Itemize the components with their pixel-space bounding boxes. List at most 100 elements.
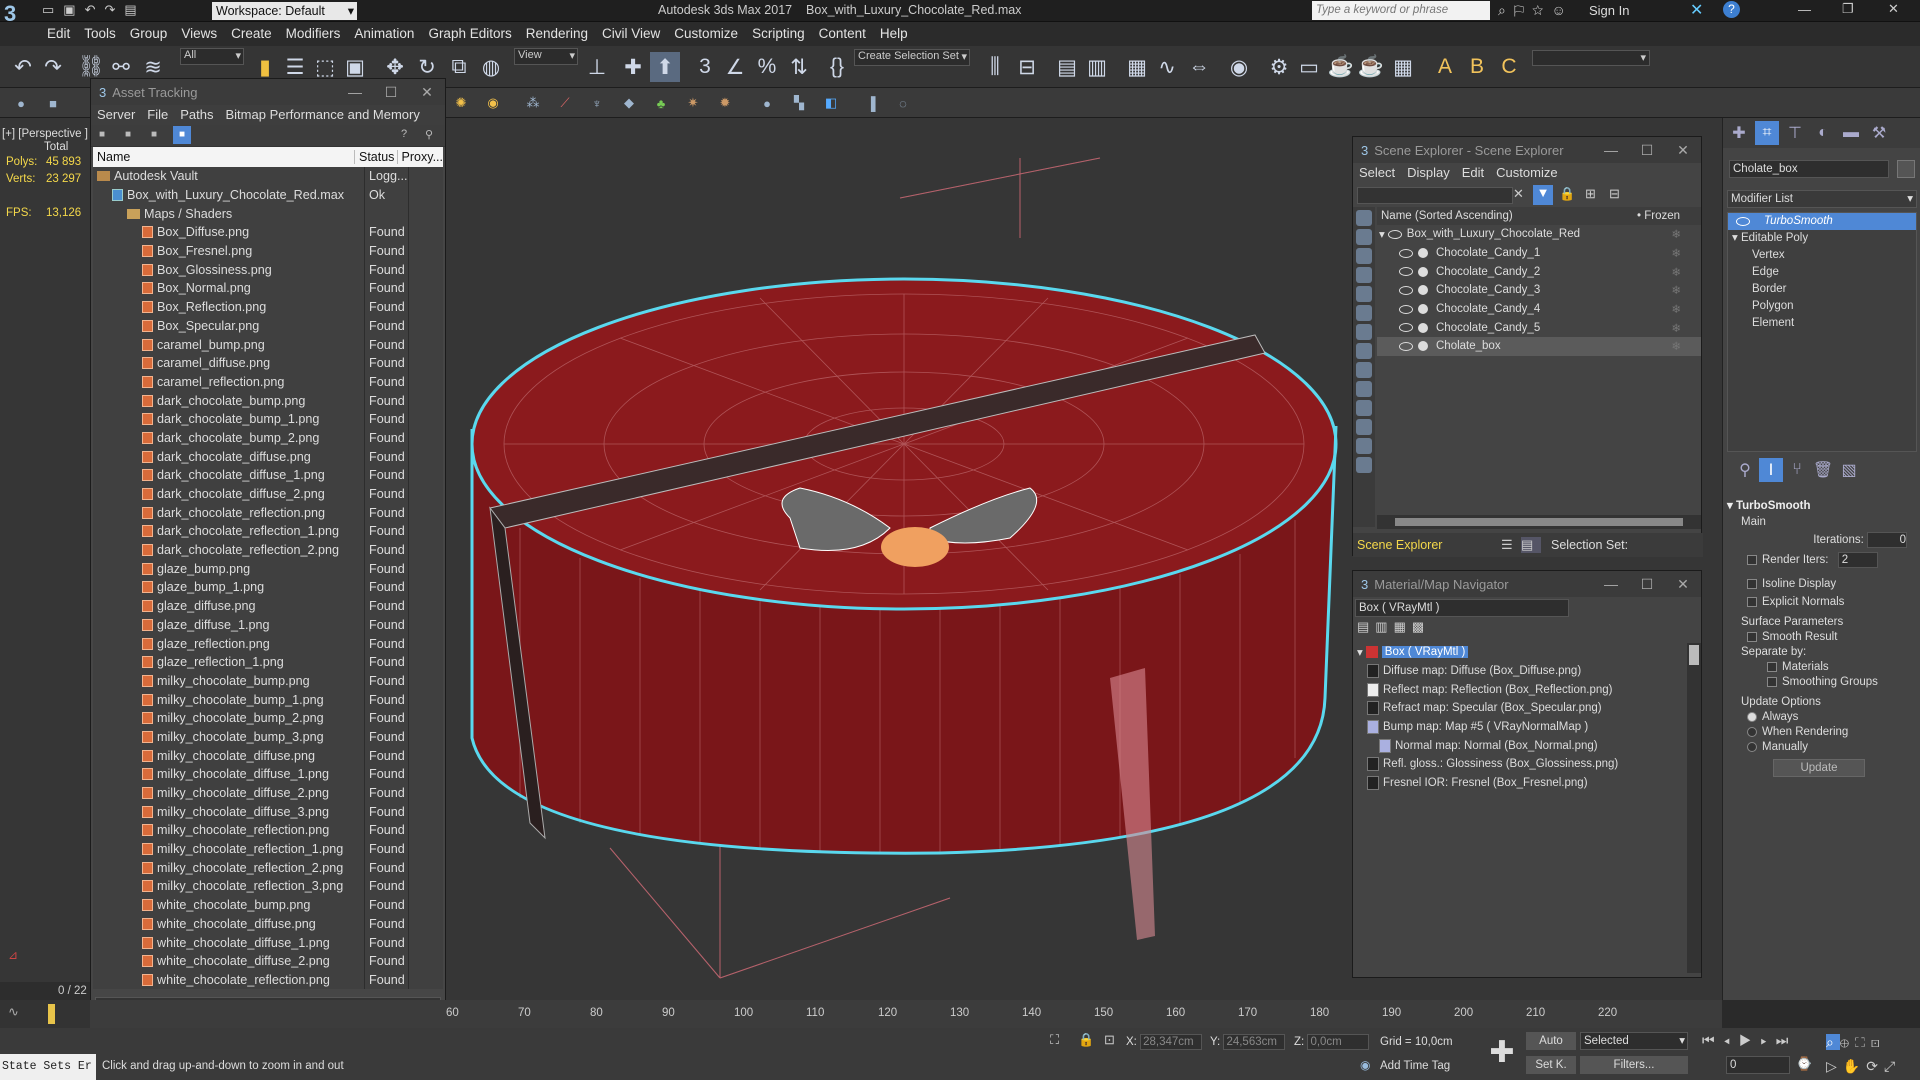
close-icon[interactable]: ✕ xyxy=(1888,1,1899,17)
help-icon[interactable]: ? xyxy=(401,128,407,140)
material-map-item[interactable]: Fresnel IOR: Fresnel (Box_Fresnel.png) xyxy=(1357,774,1681,793)
lock-icon[interactable]: 🔒 xyxy=(1078,1032,1094,1048)
eye-icon[interactable] xyxy=(1387,229,1402,239)
go-to-start-icon[interactable]: ⏮ xyxy=(1702,1032,1724,1048)
make-unique-icon[interactable]: ⑂ xyxy=(1785,458,1809,482)
frozen-icon[interactable]: ❄ xyxy=(1671,227,1681,241)
table-row[interactable]: milky_chocolate_reflection_1.png Found xyxy=(93,839,443,859)
search-input[interactable]: Type a keyword or phrase xyxy=(1312,1,1490,20)
stack-item-element[interactable]: Element xyxy=(1728,315,1916,332)
minimize-icon[interactable]: — xyxy=(1798,2,1811,17)
stack-item-editable-poly[interactable]: ▾ Editable Poly xyxy=(1728,230,1916,247)
scale-icon[interactable]: ⧉ xyxy=(444,52,474,82)
angle-snap-icon[interactable]: ∠ xyxy=(720,52,750,82)
asset-tracking-titlebar[interactable]: 3 Asset Tracking — ☐ ✕ xyxy=(91,79,445,105)
table-row[interactable]: dark_chocolate_diffuse.png Found xyxy=(93,447,443,466)
pan-icon[interactable]: ✋ xyxy=(1843,1058,1866,1074)
configure-sets-icon[interactable]: ▧ xyxy=(1837,458,1861,482)
eye-icon[interactable] xyxy=(1399,285,1413,295)
hierarchy-tab-icon[interactable]: ⊤ xyxy=(1783,121,1807,145)
tree-row[interactable]: Chocolate_Candy_2 ❄ xyxy=(1377,262,1701,281)
modify-tab-icon[interactable]: ⌗ xyxy=(1755,121,1779,145)
manually-radio[interactable] xyxy=(1747,741,1757,752)
stack-item-turbosmooth[interactable]: TurboSmooth xyxy=(1728,213,1916,230)
menu-civil-view[interactable]: Civil View xyxy=(595,22,667,46)
column-name[interactable]: Name xyxy=(93,150,355,164)
collapse-icon[interactable]: ▾ xyxy=(1379,227,1385,241)
scene-menu-select[interactable]: Select xyxy=(1353,163,1401,183)
table-row[interactable]: dark_chocolate_reflection_2.png Found xyxy=(93,540,443,560)
new-file-icon[interactable]: ▭ xyxy=(42,2,63,17)
table-row[interactable]: milky_chocolate_reflection_2.png Found xyxy=(93,858,443,878)
material-root[interactable]: ▾ Box ( VRayMtl ) xyxy=(1357,643,1681,662)
frozen-icon[interactable]: ❄ xyxy=(1671,339,1681,353)
scene-hscrollbar[interactable] xyxy=(1377,515,1701,529)
iterations-spinner[interactable]: 0 xyxy=(1867,532,1907,548)
scene-explorer-icon[interactable]: ▦ xyxy=(1122,52,1152,82)
display-all-icon[interactable] xyxy=(1356,457,1372,473)
maximize-viewport-icon[interactable]: ⤢ xyxy=(1884,1058,1901,1074)
align-icon[interactable]: ⊟ xyxy=(1012,52,1042,82)
key-filter-dropdown[interactable]: Selected ▾ xyxy=(1580,1032,1688,1050)
table-row[interactable]: glaze_diffuse_1.png Found xyxy=(93,615,443,635)
table-row[interactable]: glaze_diffuse.png Found xyxy=(93,596,443,616)
sign-in-button[interactable]: Sign In xyxy=(1589,3,1629,18)
render-setup-icon[interactable]: ⚙ xyxy=(1264,52,1294,82)
table-row[interactable]: caramel_reflection.png Found xyxy=(93,372,443,392)
pin-stack-icon[interactable]: ⚲ xyxy=(1733,458,1757,482)
table-row[interactable]: Box_Diffuse.png Found xyxy=(93,223,443,242)
tool-b-icon[interactable]: ⟋ xyxy=(554,92,576,114)
remove-modifier-icon[interactable]: 🗑 xyxy=(1811,458,1835,482)
table-row[interactable]: caramel_bump.png Found xyxy=(93,335,443,354)
dope-sheet-icon[interactable]: ⇔ xyxy=(1184,52,1214,82)
key-filters-button[interactable]: Filters... xyxy=(1580,1056,1688,1074)
tool-j-icon[interactable]: ◧ xyxy=(820,92,842,114)
tree-row[interactable]: Chocolate_Candy_5 ❄ xyxy=(1377,318,1701,337)
state-sets-label[interactable]: State Sets Er xyxy=(0,1054,96,1080)
table-row[interactable]: dark_chocolate_bump.png Found xyxy=(93,391,443,410)
table-row[interactable]: milky_chocolate_reflection_3.png Found xyxy=(93,877,443,896)
table-row[interactable]: Box_Fresnel.png Found xyxy=(93,241,443,261)
show-end-result-icon[interactable]: Ⅰ xyxy=(1759,458,1783,482)
stack-item-polygon[interactable]: Polygon xyxy=(1728,298,1916,315)
table-row[interactable]: dark_chocolate_diffuse_1.png Found xyxy=(93,466,443,485)
maximize-icon[interactable]: ☐ xyxy=(1629,576,1665,593)
binoculars-icon[interactable]: ⌕ xyxy=(1498,2,1514,18)
material-map-item[interactable]: Bump map: Map #5 ( VRayNormalMap ) xyxy=(1357,718,1681,737)
spinner-snap-icon[interactable]: ⇅ xyxy=(784,52,814,82)
viewport-label[interactable]: [+] [Perspective ] xyxy=(2,128,88,140)
clear-search-icon[interactable]: ✕ xyxy=(1513,186,1524,202)
edit-named-selection-icon[interactable]: {} xyxy=(822,52,852,82)
menu-edit[interactable]: Edit xyxy=(40,22,77,46)
subscription-icon[interactable]: ⚐ xyxy=(1514,2,1532,18)
scene-menu-display[interactable]: Display xyxy=(1401,163,1456,183)
toolbar-pin-icon[interactable]: ● xyxy=(10,92,32,114)
material-map-item[interactable]: Refract map: Specular (Box_Specular.png) xyxy=(1357,699,1681,718)
curve-editor-icon[interactable]: ∿ xyxy=(1152,52,1182,82)
large-icons-icon[interactable]: ▩ xyxy=(1412,619,1430,634)
table-row[interactable]: dark_chocolate_reflection_1.png Found xyxy=(93,522,443,541)
project-icon[interactable]: ▤ xyxy=(124,2,145,17)
render-teapot-icon[interactable]: ☕ xyxy=(1326,52,1356,82)
material-map-item[interactable]: Refl. gloss.: Glossiness (Box_Glossiness… xyxy=(1357,755,1681,774)
table-row[interactable]: milky_chocolate_bump_3.png Found xyxy=(93,727,443,747)
table-row[interactable]: Box_with_Luxury_Chocolate_Red.max Ok xyxy=(93,185,443,205)
table-row[interactable]: caramel_diffuse.png Found xyxy=(93,353,443,373)
table-row[interactable]: milky_chocolate_bump.png Found xyxy=(93,671,443,691)
materials-checkbox[interactable] xyxy=(1767,661,1777,672)
tree-row[interactable]: Chocolate_Candy_3 ❄ xyxy=(1377,281,1701,300)
asset-menu-server[interactable]: Server xyxy=(91,105,141,125)
tool-d-icon[interactable]: ◆ xyxy=(618,92,640,114)
go-to-end-icon[interactable]: ⏭ xyxy=(1776,1032,1798,1048)
undo-icon[interactable]: ↶ xyxy=(85,2,105,17)
scene-menu-edit[interactable]: Edit xyxy=(1456,163,1490,183)
zoom-extents-icon[interactable]: ⛶ xyxy=(1855,1034,1871,1050)
auto-key-button[interactable]: Auto xyxy=(1526,1032,1576,1050)
tool-k-icon[interactable]: ▐ xyxy=(860,92,882,114)
tool-icon-4[interactable]: ■ xyxy=(173,126,191,144)
scene-explorer-titlebar[interactable]: 3 Scene Explorer - Scene Explorer — ☐ ✕ xyxy=(1353,137,1701,163)
render-iterative-icon[interactable]: ☕ xyxy=(1356,52,1386,82)
table-row[interactable]: white_chocolate_diffuse_1.png Found xyxy=(93,933,443,952)
scene-menu-customize[interactable]: Customize xyxy=(1490,163,1563,183)
table-row[interactable]: Maps / Shaders xyxy=(93,204,443,224)
